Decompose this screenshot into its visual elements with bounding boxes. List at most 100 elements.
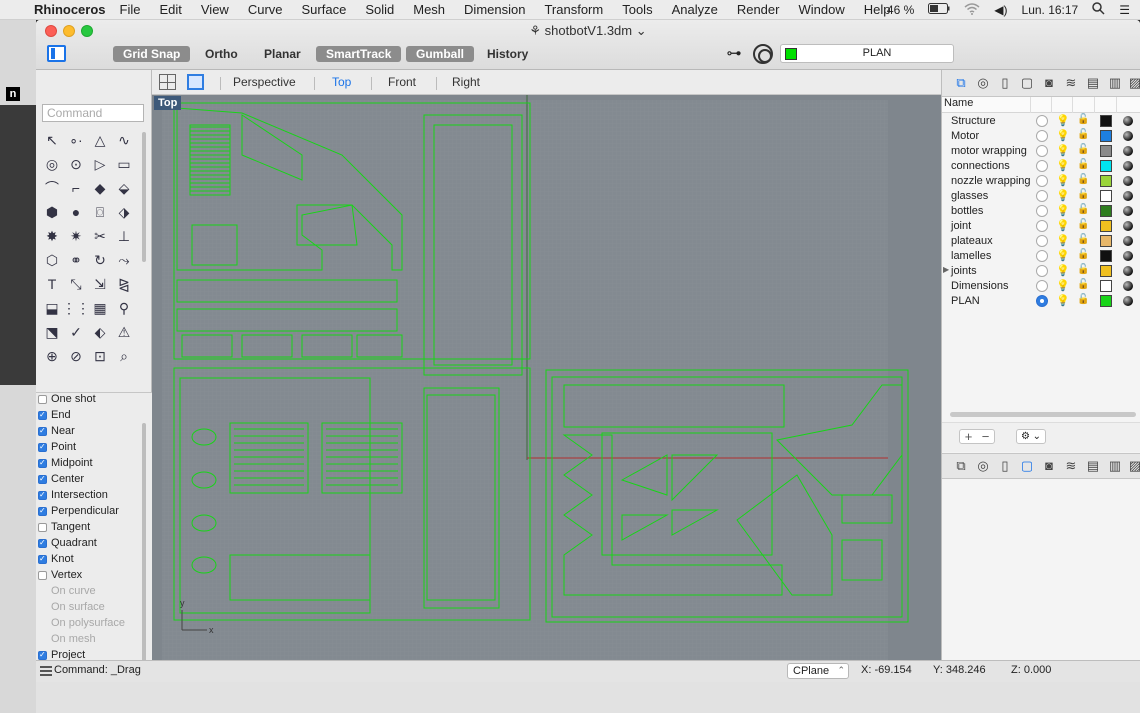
checkbox[interactable] [38,554,47,564]
render-icon[interactable]: ⬖ [88,320,112,344]
lock-icon[interactable]: 🔓 [1077,159,1089,170]
current-layer-radio[interactable] [1036,250,1048,262]
current-layer-radio[interactable] [1036,115,1048,127]
current-layer-radio[interactable] [1036,145,1048,157]
library-icon[interactable]: ▥ [1106,457,1124,475]
material-sphere-icon[interactable] [1123,116,1133,126]
material-sphere-icon[interactable] [1123,191,1133,201]
dimension-icon[interactable]: ⚠ [112,320,136,344]
move-icon[interactable]: ⬓ [40,296,64,320]
fillet-curve-icon[interactable]: ⌐ [64,176,88,200]
material-sphere-icon[interactable] [1123,131,1133,141]
lock-icon[interactable]: 🔓 [1077,234,1089,245]
gumball-toggle[interactable]: Gumball [406,46,475,62]
document-icon[interactable]: ▯ [996,74,1014,92]
current-layer-radio[interactable] [1036,295,1048,307]
viewport-drawing[interactable]: y x [152,95,942,666]
osnap-tangent[interactable]: Tangent [36,519,90,535]
menu-view[interactable]: View [201,2,229,17]
menu-solid[interactable]: Solid [365,2,394,17]
material-sphere-icon[interactable] [1123,221,1133,231]
polar-array-icon[interactable]: ▦ [88,296,112,320]
layer-row[interactable]: PLAN 💡 🔓 [942,294,1140,309]
osnap-perpendicular[interactable]: Perpendicular [36,503,119,519]
layer-color-swatch[interactable] [1100,145,1112,157]
notes-icon[interactable]: ▤ [1084,74,1102,92]
osnap-intersection[interactable]: Intersection [36,487,108,503]
zoom-extents-icon[interactable]: ⊡ [88,344,112,368]
command-input[interactable]: Command [42,104,144,122]
notification-center-icon[interactable]: ☰ [1119,3,1130,17]
osnap-near[interactable]: Near [36,423,75,439]
checkbox[interactable] [38,426,47,436]
grid-array-icon[interactable]: ⋮⋮ [62,296,90,320]
osnap-midpoint[interactable]: Midpoint [36,455,93,471]
notes-icon[interactable]: ▤ [1084,457,1102,475]
layer-color-swatch[interactable] [1100,130,1112,142]
menu-window[interactable]: Window [798,2,844,17]
tab-front[interactable]: Front [388,75,416,89]
layer-list-scrollbar[interactable] [950,412,1136,417]
polyline-icon[interactable]: △ [88,128,112,152]
circle-icon[interactable]: ◎ [40,152,64,176]
checkbox[interactable] [38,650,47,660]
lightbulb-icon[interactable]: 💡 [1056,249,1070,262]
current-layer-radio[interactable] [1036,160,1048,172]
viewport-label[interactable]: Top [154,96,182,110]
current-layer-radio[interactable] [1036,205,1048,217]
command-history-icon[interactable] [40,666,52,676]
current-layer-radio[interactable] [1036,265,1048,277]
layer-row[interactable]: ▶ joints 💡 🔓 [942,264,1140,279]
current-layer-radio[interactable] [1036,190,1048,202]
lock-icon[interactable]: 🔓 [1077,219,1089,230]
lightbulb-icon[interactable]: 💡 [1056,159,1070,172]
layer-row[interactable]: nozzle wrapping 💡 🔓 [942,174,1140,189]
tab-right[interactable]: Right [452,75,480,89]
menu-surface[interactable]: Surface [302,2,347,17]
lock-icon[interactable]: 🔓 [1077,264,1089,275]
sphere-icon[interactable]: ● [64,200,88,224]
four-viewports-icon[interactable] [159,74,176,90]
properties-icon[interactable]: ◎ [974,74,992,92]
current-layer-radio[interactable] [1036,130,1048,142]
single-viewport-icon[interactable] [187,74,204,90]
lightbulb-icon[interactable]: 💡 [1056,174,1070,187]
material-sphere-icon[interactable] [1123,251,1133,261]
array-icon[interactable]: ⇲ [88,272,112,296]
lightbulb-icon[interactable]: 💡 [1056,264,1070,277]
layer-row[interactable]: Structure 💡 🔓 [942,114,1140,129]
menu-transform[interactable]: Transform [544,2,603,17]
lock-icon[interactable]: 🔓 [1077,114,1089,125]
point-icon[interactable]: ∘· [64,128,88,152]
tree-icon[interactable]: ⚲ [112,296,136,320]
check-icon[interactable]: ✓ [64,320,88,344]
menu-analyze[interactable]: Analyze [672,2,718,17]
render-icon[interactable]: ≋ [1062,457,1080,475]
tab-perspective[interactable]: Perspective [233,75,296,89]
layer-color-swatch[interactable] [1100,220,1112,232]
layer-options-gear-icon[interactable]: ⚙ ⌄ [1016,429,1046,444]
layer-row[interactable]: glasses 💡 🔓 [942,189,1140,204]
lock-icon[interactable]: 🔓 [1077,249,1089,260]
layer-row[interactable]: plateaux 💡 🔓 [942,234,1140,249]
material-sphere-icon[interactable] [1123,266,1133,276]
menu-curve[interactable]: Curve [248,2,283,17]
layer-color-swatch[interactable] [1100,280,1112,292]
layer-color-swatch[interactable] [1100,160,1112,172]
current-layer-radio[interactable] [1036,175,1048,187]
lock-icon[interactable]: 🔓 [1077,144,1089,155]
properties-icon[interactable]: ◎ [974,457,992,475]
layers-icon[interactable]: ⧉ [952,457,970,475]
wifi-icon[interactable] [964,2,980,18]
lock-icon[interactable]: 🔓 [1077,129,1089,140]
scale-icon[interactable]: ⤡ [64,272,88,296]
lightbulb-icon[interactable]: 💡 [1056,144,1070,157]
battery-icon[interactable] [928,3,950,17]
rotate-icon[interactable]: ↻ [88,248,112,272]
lightbulb-icon[interactable]: 💡 [1056,279,1070,292]
layer-name-column-header[interactable]: Name [942,97,1140,113]
layer-row[interactable]: Motor 💡 🔓 [942,129,1140,144]
extrude-surface-icon[interactable]: ⬙ [112,176,136,200]
checkbox[interactable] [38,474,47,484]
osnap-vertex[interactable]: Vertex [36,567,82,583]
